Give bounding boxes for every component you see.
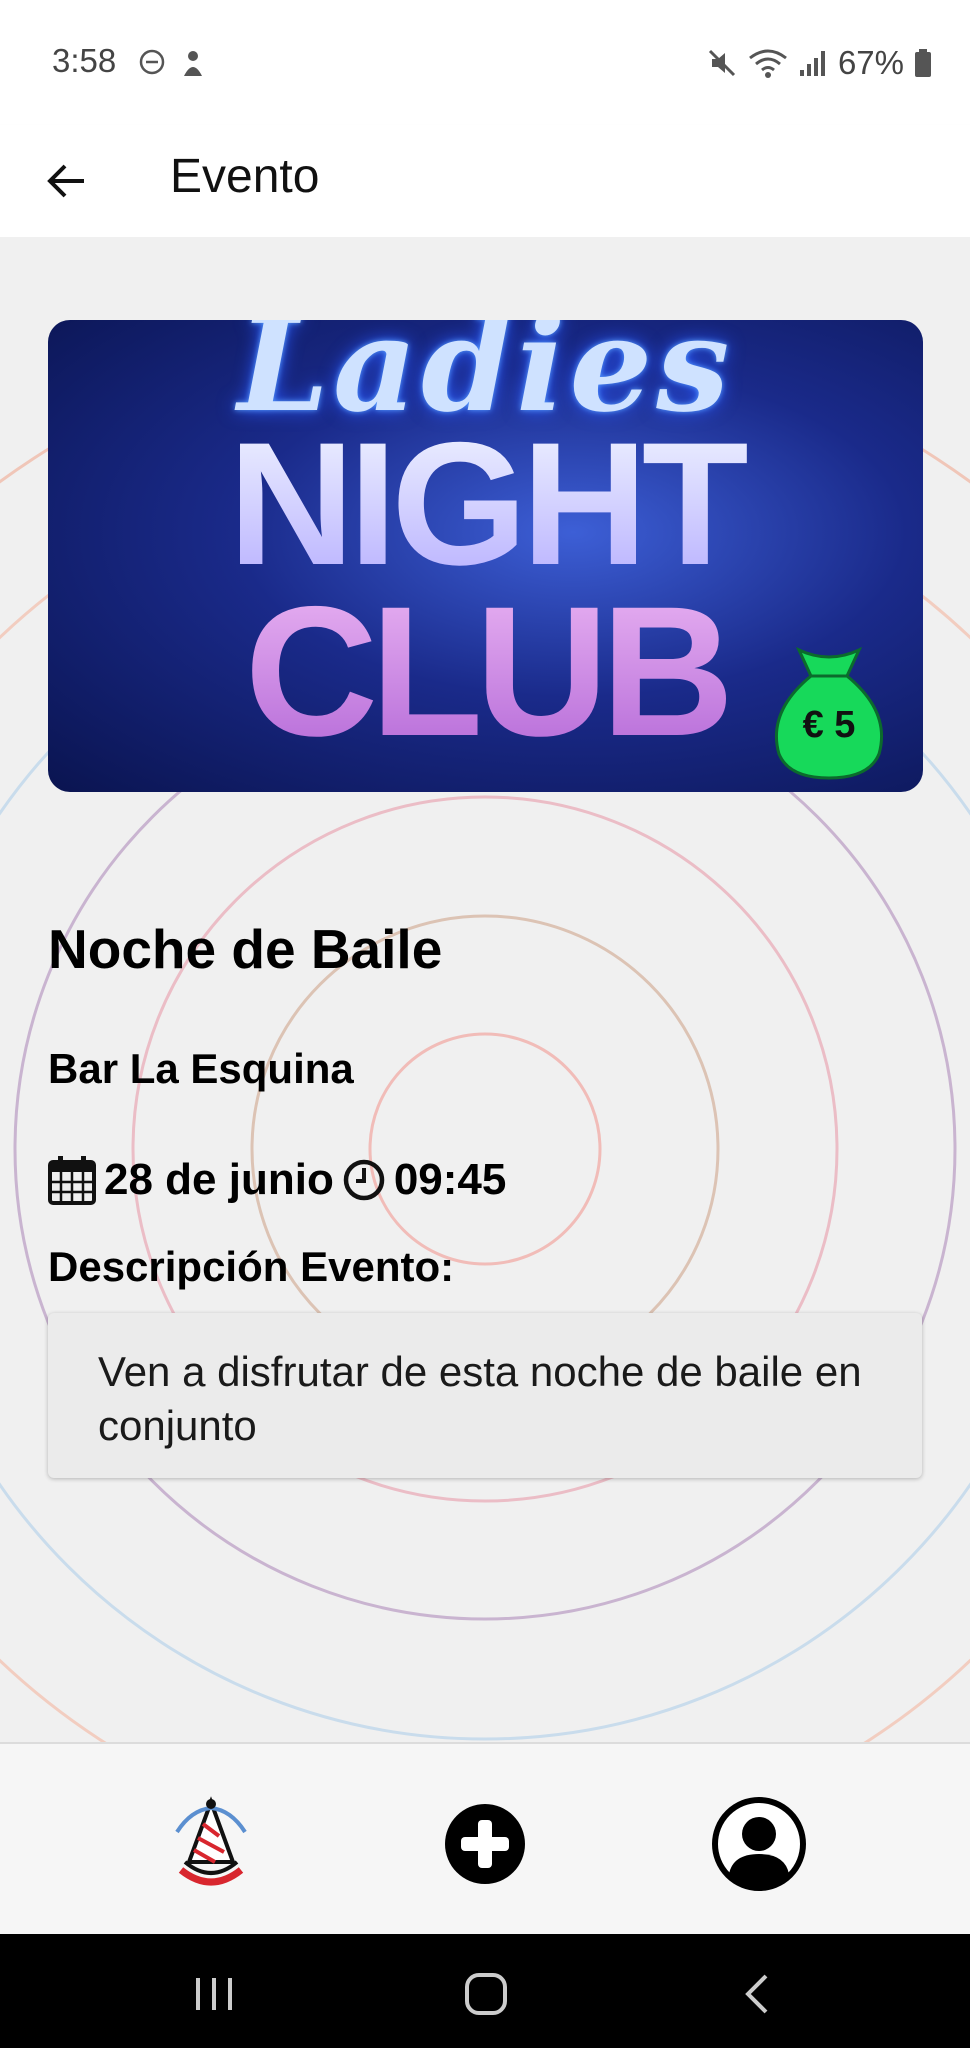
app-bar: Evento <box>0 125 970 237</box>
status-bar: 3:58 67% <box>0 0 970 125</box>
party-hat-icon <box>175 1796 247 1886</box>
clock-icon <box>343 1159 385 1201</box>
nav-events[interactable] <box>156 1789 266 1899</box>
status-right: 67% <box>706 44 932 82</box>
home-button[interactable] <box>456 1964 516 2024</box>
event-date: 28 de junio <box>104 1155 334 1204</box>
nav-add-event[interactable] <box>430 1789 540 1899</box>
back-button[interactable] <box>32 147 100 215</box>
event-banner-image: Ladies NIGHT CLUB € 5 <box>48 320 923 792</box>
battery-percentage: 67% <box>837 44 904 81</box>
event-title: Noche de Baile <box>48 918 443 980</box>
recent-apps-button[interactable] <box>184 1964 244 2024</box>
system-back-button[interactable] <box>728 1964 788 2024</box>
price-badge: € 5 <box>759 642 899 782</box>
chevron-left-icon <box>745 1974 768 2014</box>
bottom-navigation <box>0 1742 970 1936</box>
event-content: Ladies NIGHT CLUB € 5 Noche de Baile Bar… <box>0 237 970 1742</box>
app-notification-icon <box>184 51 202 76</box>
add-icon <box>445 1804 525 1884</box>
do-not-disturb-icon <box>139 49 165 75</box>
recent-apps-icon <box>196 1978 232 2010</box>
home-icon <box>465 1973 507 2015</box>
page-title: Evento <box>170 150 320 203</box>
signal-icon <box>799 51 825 76</box>
mute-icon <box>708 49 735 77</box>
arrow-left-icon <box>47 164 84 198</box>
system-navigation-bar <box>0 1934 970 2048</box>
price-label: € 5 <box>802 704 856 746</box>
event-datetime: 28 de junio 09:45 <box>48 1155 506 1205</box>
battery-icon <box>915 49 931 77</box>
description-text: Ven a disfrutar de esta noche de baile e… <box>98 1348 862 1449</box>
description-box: Ven a disfrutar de esta noche de baile e… <box>48 1313 922 1478</box>
profile-icon <box>712 1797 806 1891</box>
nav-profile[interactable] <box>704 1789 814 1899</box>
banner-text-night: NIGHT <box>48 417 923 592</box>
calendar-icon <box>48 1156 96 1205</box>
event-venue: Bar La Esquina <box>48 1045 354 1092</box>
status-time: 3:58 <box>52 42 117 79</box>
status-left-icons <box>138 48 206 78</box>
event-time: 09:45 <box>393 1155 507 1204</box>
wifi-icon <box>749 49 787 78</box>
description-label: Descripción Evento: <box>48 1243 455 1290</box>
